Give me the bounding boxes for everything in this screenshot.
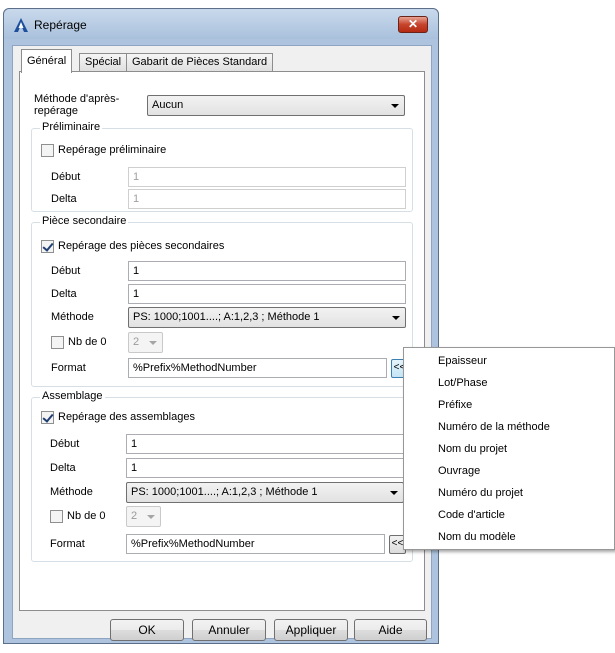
group-preliminaire: Préliminaire Repérage préliminaire Début… [31, 121, 413, 212]
secondaire-methode-value: PS: 1000;1001....; A:1,2,3 ; Méthode 1 [133, 311, 320, 323]
method-dropdown[interactable]: Aucun [147, 95, 405, 116]
preliminaire-debut-label: Début [51, 171, 81, 183]
menu-item-nom-projet[interactable]: Nom du projet [438, 438, 507, 460]
assemblage-checkbox-label: Repérage des assemblages [58, 411, 195, 423]
dialog-window: Repérage ✕ Général Spécial Gabarit de Pi… [3, 8, 439, 644]
menu-item-epaisseur[interactable]: Epaisseur [438, 350, 487, 372]
chevron-down-icon [149, 341, 157, 345]
secondaire-debut-label: Début [51, 265, 81, 277]
cancel-button[interactable]: Annuler [192, 619, 266, 641]
assemblage-methode-dropdown[interactable]: PS: 1000;1001....; A:1,2,3 ; Méthode 1 [126, 482, 404, 503]
secondaire-nb-checkbox[interactable] [51, 336, 64, 349]
assemblage-methode-value: PS: 1000;1001....; A:1,2,3 ; Méthode 1 [131, 486, 318, 498]
preliminaire-debut-input[interactable]: 1 [128, 167, 406, 187]
assemblage-delta-input[interactable]: 1 [126, 458, 404, 478]
preliminaire-delta-label: Delta [51, 193, 77, 205]
secondaire-nb-label: Nb de 0 [68, 336, 107, 348]
menu-item-prefixe[interactable]: Préfixe [438, 394, 472, 416]
tab-gabarit[interactable]: Gabarit de Pièces Standard [126, 53, 274, 72]
chevron-down-icon [392, 316, 400, 320]
menu-item-ouvrage[interactable]: Ouvrage [438, 460, 480, 482]
method-label: Méthode d'après-repérage [34, 93, 120, 117]
window-title: Repérage [34, 18, 87, 32]
ok-button[interactable]: OK [110, 619, 184, 641]
secondaire-checkbox[interactable] [41, 240, 54, 253]
menu-item-numero-projet[interactable]: Numéro du projet [438, 482, 523, 504]
assemblage-nb-value: 2 [131, 510, 138, 522]
secondaire-methode-label: Méthode [51, 311, 94, 323]
apply-button[interactable]: Appliquer [274, 619, 348, 641]
assemblage-checkbox[interactable] [41, 411, 54, 424]
preliminaire-delta-input[interactable]: 1 [128, 189, 406, 209]
title-bar[interactable]: Repérage ✕ [4, 9, 438, 39]
assemblage-debut-input[interactable]: 1 [126, 434, 404, 454]
tab-special[interactable]: Spécial [79, 53, 128, 72]
group-title-assemblage: Assemblage [40, 390, 105, 402]
secondaire-delta-input[interactable]: 1 [128, 284, 406, 304]
secondaire-delta-label: Delta [51, 288, 77, 300]
chevron-down-icon [390, 491, 398, 495]
assemblage-nb-dropdown[interactable]: 2 [126, 506, 161, 527]
secondaire-format-label: Format [51, 362, 86, 374]
assemblage-nb-label: Nb de 0 [67, 510, 106, 522]
preliminaire-checkbox-label: Repérage préliminaire [58, 144, 167, 156]
secondaire-nb-dropdown[interactable]: 2 [128, 332, 163, 353]
assemblage-debut-label: Début [50, 438, 80, 450]
group-title-preliminaire: Préliminaire [40, 121, 103, 133]
assemblage-format-input[interactable]: %Prefix%MethodNumber [126, 534, 385, 554]
chevron-down-icon [147, 515, 155, 519]
secondaire-format-input[interactable]: %Prefix%MethodNumber [128, 358, 387, 378]
assemblage-methode-label: Méthode [50, 486, 93, 498]
format-insert-menu: Epaisseur Lot/Phase Préfixe Numéro de la… [403, 347, 615, 550]
group-assemblage: Assemblage Repérage des assemblages Débu… [31, 390, 413, 562]
chevron-down-icon [391, 104, 399, 108]
secondaire-debut-input[interactable]: 1 [128, 261, 406, 281]
tab-general[interactable]: Général [21, 49, 73, 73]
assemblage-format-label: Format [50, 538, 85, 550]
secondaire-methode-dropdown[interactable]: PS: 1000;1001....; A:1,2,3 ; Méthode 1 [128, 307, 406, 328]
secondaire-nb-value: 2 [133, 336, 140, 348]
method-dropdown-value: Aucun [152, 99, 184, 111]
preliminaire-checkbox[interactable] [41, 144, 54, 157]
app-logo-icon [14, 18, 28, 32]
dialog-client-area: Général Spécial Gabarit de Pièces Standa… [12, 45, 432, 641]
close-button[interactable]: ✕ [398, 16, 428, 33]
menu-item-code-article[interactable]: Code d'article [438, 504, 505, 526]
menu-item-nom-modele[interactable]: Nom du modèle [438, 526, 516, 548]
menu-item-lot-phase[interactable]: Lot/Phase [438, 372, 488, 394]
menu-item-numero-methode[interactable]: Numéro de la méthode [438, 416, 550, 438]
assemblage-delta-label: Delta [50, 462, 76, 474]
assemblage-nb-checkbox[interactable] [50, 510, 63, 523]
help-button[interactable]: Aide [354, 619, 427, 641]
secondaire-checkbox-label: Repérage des pièces secondaires [58, 240, 225, 252]
group-secondaire: Pièce secondaire Repérage des pièces sec… [31, 215, 413, 387]
tab-panel-general: Méthode d'après-repérage Aucun Prélimina… [19, 71, 425, 611]
group-title-secondaire: Pièce secondaire [40, 215, 129, 227]
